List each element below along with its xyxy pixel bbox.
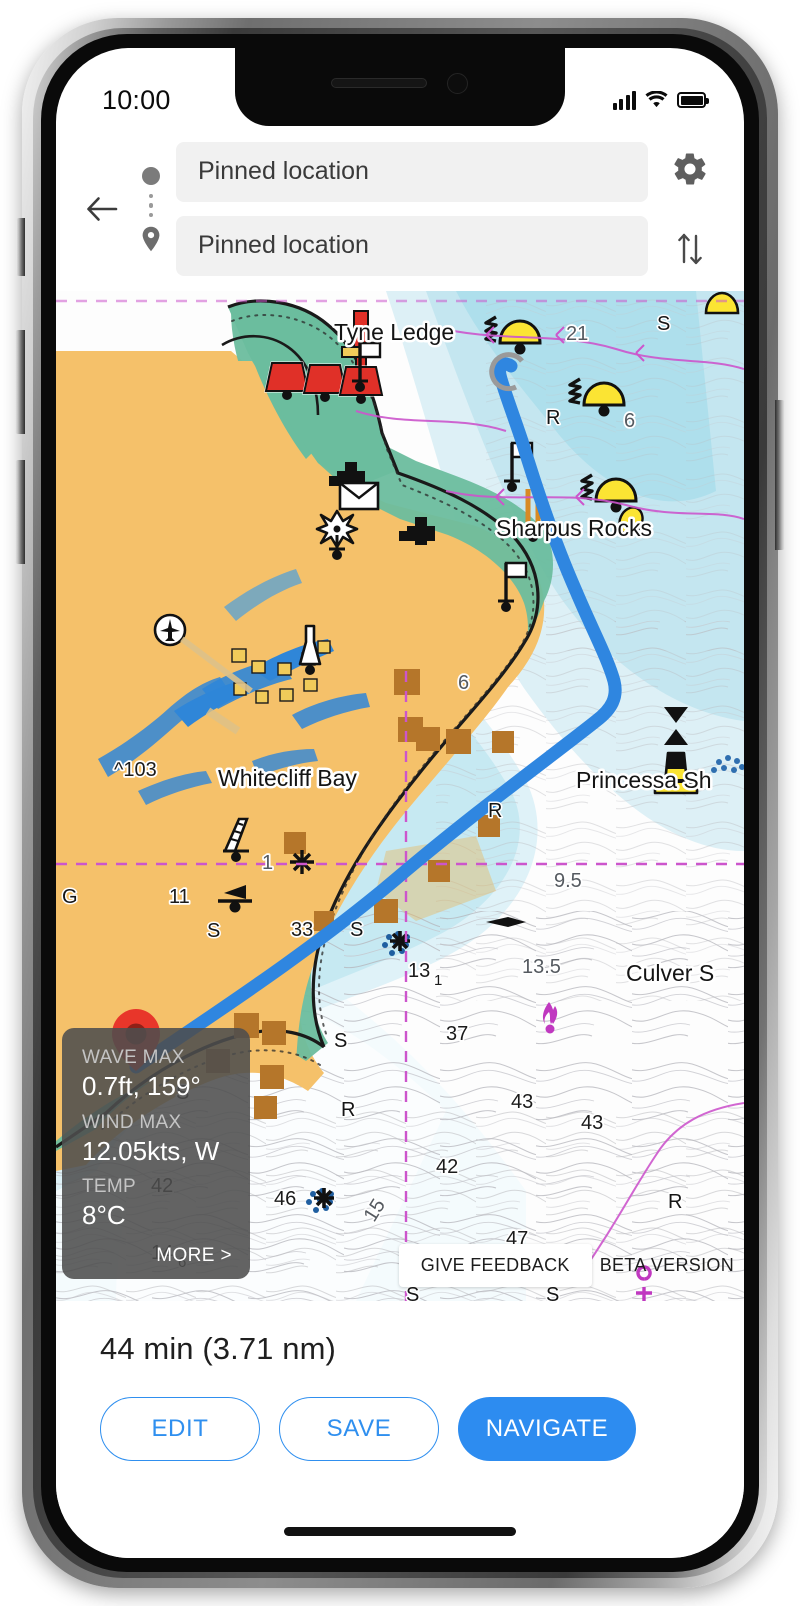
volume-up-button[interactable] xyxy=(15,330,25,434)
swap-vertical-icon[interactable] xyxy=(675,228,705,268)
save-button[interactable]: SAVE xyxy=(279,1397,439,1461)
weather-summary-card[interactable]: WAVE MAX 0.7ft, 159° WIND MAX 12.05kts, … xyxy=(62,1028,250,1279)
status-bar-icons xyxy=(612,90,709,110)
volume-down-button[interactable] xyxy=(15,460,25,564)
map-label-tyne-ledge: Tyne Ledge xyxy=(334,319,454,345)
wave-max-value: 0.7ft, 159° xyxy=(82,1071,201,1102)
map-depth-13-1: 13 xyxy=(408,960,430,982)
wifi-icon xyxy=(645,91,668,108)
map-pin-icon xyxy=(142,227,160,252)
temp-value: 8°C xyxy=(82,1200,126,1231)
wave-max-label: WAVE MAX xyxy=(82,1047,185,1069)
power-button[interactable] xyxy=(775,400,785,550)
header-actions xyxy=(660,150,720,268)
navigate-button[interactable]: NAVIGATE xyxy=(458,1397,636,1461)
map-quality-r2: R xyxy=(488,800,502,822)
map-depth-43a: 43 xyxy=(511,1091,533,1113)
cellular-signal-icon xyxy=(612,90,636,110)
map-quality-r1: R xyxy=(546,407,560,429)
map-label-whitecliff-bay: Whitecliff Bay xyxy=(218,765,357,791)
temp-label: TEMP xyxy=(82,1176,136,1198)
route-summary-sheet: 44 min (3.71 nm) EDIT SAVE NAVIGATE xyxy=(56,1301,744,1558)
map-depth-95: 9.5 xyxy=(554,870,582,892)
map-depth-1: 1 xyxy=(262,852,273,874)
gear-icon[interactable] xyxy=(671,150,709,188)
earpiece-speaker-icon xyxy=(331,78,427,88)
status-bar-time: 10:00 xyxy=(102,84,171,115)
map-quality-s3: S xyxy=(657,313,670,335)
map-depth-6b: 6 xyxy=(458,672,469,694)
map-label-culver: Culver S xyxy=(626,960,714,986)
map-quality-r4: R xyxy=(668,1191,682,1213)
front-camera-icon xyxy=(447,73,468,94)
wind-max-value: 12.05kts, W xyxy=(82,1135,220,1166)
route-actions: EDIT SAVE NAVIGATE xyxy=(56,1367,744,1461)
battery-full-icon xyxy=(677,92,709,108)
wind-max-label: WIND MAX xyxy=(82,1111,182,1133)
map-depth-33: 33 xyxy=(291,919,313,941)
map-depth-42a: 42 xyxy=(436,1156,458,1178)
edit-button[interactable]: EDIT xyxy=(100,1397,260,1461)
map-depth-6a: 6 xyxy=(624,410,635,432)
map-depth-43b: 43 xyxy=(581,1112,603,1134)
map-quality-g: G xyxy=(62,886,78,908)
vertical-dots-icon xyxy=(148,193,154,218)
notch xyxy=(235,48,565,126)
map-depth-103: ^103 xyxy=(114,759,157,781)
route-eta: 44 min (3.71 nm) xyxy=(100,1331,336,1366)
phone-screen: 10:00 Pinned location Pinned location Ty… xyxy=(56,48,744,1558)
more-button[interactable]: MORE > xyxy=(82,1245,232,1267)
route-fields: Pinned location Pinned location xyxy=(172,141,660,276)
map-quality-s1: S xyxy=(207,920,220,942)
route-search-header: Pinned location Pinned location xyxy=(56,126,744,291)
destination-input[interactable]: Pinned location xyxy=(176,215,648,276)
back-arrow-icon[interactable] xyxy=(74,181,130,237)
map-label-sharpus-rocks: Sharpus Rocks xyxy=(496,515,652,541)
map-depth-46: 46 xyxy=(274,1188,296,1210)
beta-version-badge: BETA VERSION xyxy=(599,1255,734,1275)
map-quality-r3: R xyxy=(341,1099,355,1121)
map-overlay-actions: GIVE FEEDBACK BETA VERSION xyxy=(398,1244,738,1287)
map-depth-13-1-sub: 1 xyxy=(434,972,442,989)
map-quality-s5: S xyxy=(334,1030,347,1052)
route-endpoint-markers xyxy=(130,165,172,253)
map-quality-s2: S xyxy=(350,919,363,941)
map-depth-135: 13.5 xyxy=(522,956,561,978)
post-office-icon xyxy=(338,481,380,511)
airport-icon xyxy=(153,613,187,647)
map-depth-21: 21 xyxy=(566,323,588,345)
silent-switch-button[interactable] xyxy=(16,218,25,276)
map-depth-11: 11 xyxy=(169,886,190,908)
origin-dot-icon xyxy=(142,166,160,185)
phone-stage: 10:00 Pinned location Pinned location Ty… xyxy=(0,0,800,1606)
origin-input[interactable]: Pinned location xyxy=(176,141,648,202)
map-label-princessa: Princessa Sh xyxy=(576,767,712,793)
obstruction-icon xyxy=(314,1188,334,1208)
give-feedback-button[interactable]: GIVE FEEDBACK xyxy=(398,1244,592,1287)
map-depth-37: 37 xyxy=(446,1023,468,1045)
nautical-map[interactable]: Tyne Ledge Sharpus Rocks Whitecliff Bay … xyxy=(56,291,744,1301)
home-indicator[interactable] xyxy=(284,1527,516,1536)
